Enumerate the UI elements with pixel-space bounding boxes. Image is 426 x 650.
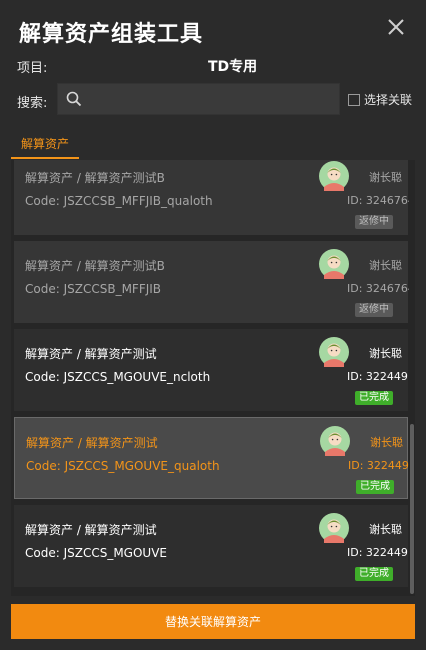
asset-code: Code: JSZCCSB_MFFJIB: [25, 282, 162, 296]
asset-item[interactable]: 解算资产 / 解算资产测试B Code: JSZCCSB_MFFJIB_qual…: [14, 160, 415, 235]
asset-id: ID: 3246764: [347, 194, 415, 207]
avatar-icon: [319, 513, 349, 543]
project-label: 项目:: [17, 61, 48, 76]
asset-user: 谢长聪: [369, 259, 402, 272]
asset-code: Code: JSZCCS_MGOUVE: [25, 546, 168, 560]
status-badge: 已完成: [356, 480, 394, 494]
checkbox-box[interactable]: [348, 93, 360, 106]
project-value: TD专用: [208, 59, 258, 75]
asset-item-selected[interactable]: 解算资产 / 解算资产测试 Code: JSZCCS_MGOUVE_qualot…: [14, 417, 415, 499]
asset-path: 解算资产 / 解算资产测试B: [25, 259, 165, 273]
avatar-icon: [319, 337, 349, 367]
close-icon: [388, 19, 404, 35]
tab-label: 解算资产: [20, 137, 69, 151]
asset-user: 谢长聪: [369, 523, 402, 536]
avatar-icon: [320, 426, 350, 456]
asset-item[interactable]: 解算资产 / 解算资产测试B Code: JSZCCSB_MFFJIB 谢长聪 …: [14, 241, 415, 323]
search-input[interactable]: [88, 84, 337, 116]
asset-item[interactable]: 解算资产 / 解算资产测试 Code: JSZCCS_MGOUVE 谢长聪 ID…: [14, 505, 415, 587]
asset-path: 解算资产 / 解算资产测试B: [25, 171, 165, 185]
avatar-icon: [319, 249, 349, 279]
close-button[interactable]: [386, 17, 406, 37]
tab-active-indicator: [11, 157, 79, 159]
asset-path: 解算资产 / 解算资产测试: [25, 523, 157, 537]
status-badge: 已完成: [355, 567, 393, 581]
asset-code: Code: JSZCCSB_MFFJIB_qualoth: [25, 194, 213, 208]
asset-id: ID: 3224491: [347, 546, 415, 559]
replace-associated-assets-button[interactable]: 替换关联解算资产: [11, 604, 415, 639]
asset-user: 谢长聪: [369, 347, 402, 360]
status-badge: 已完成: [355, 391, 393, 405]
avatar-icon: [319, 161, 349, 191]
search-field[interactable]: [57, 83, 340, 116]
search-label: 搜索:: [17, 96, 48, 111]
asset-id: ID: 3224491: [348, 459, 415, 472]
asset-code: Code: JSZCCS_MGOUVE_qualoth: [26, 459, 220, 473]
asset-user: 谢长聪: [370, 436, 403, 449]
associate-checkbox-label: 选择关联: [364, 93, 413, 107]
tab-solve-assets[interactable]: 解算资产: [11, 129, 79, 159]
associate-checkbox[interactable]: 选择关联: [348, 91, 412, 108]
asset-path: 解算资产 / 解算资产测试: [26, 436, 158, 450]
asset-path: 解算资产 / 解算资产测试: [25, 347, 157, 361]
search-icon: [66, 91, 82, 107]
status-badge: 返修中: [355, 215, 393, 229]
scrollbar-thumb[interactable]: [410, 424, 414, 594]
asset-list-panel[interactable]: 解算资产 / 解算资产测试B Code: JSZCCSB_MFFJIB_qual…: [11, 160, 415, 596]
dialog-title: 解算资产组装工具: [19, 22, 204, 47]
status-badge: 返修中: [355, 303, 393, 317]
asset-id: ID: 3224491: [347, 370, 415, 383]
asset-user: 谢长聪: [369, 171, 402, 184]
asset-code: Code: JSZCCS_MGOUVE_ncloth: [25, 370, 211, 384]
asset-id: ID: 3246764: [347, 282, 415, 295]
asset-item[interactable]: 解算资产 / 解算资产测试 Code: JSZCCS_MGOUVE_ncloth…: [14, 329, 415, 411]
